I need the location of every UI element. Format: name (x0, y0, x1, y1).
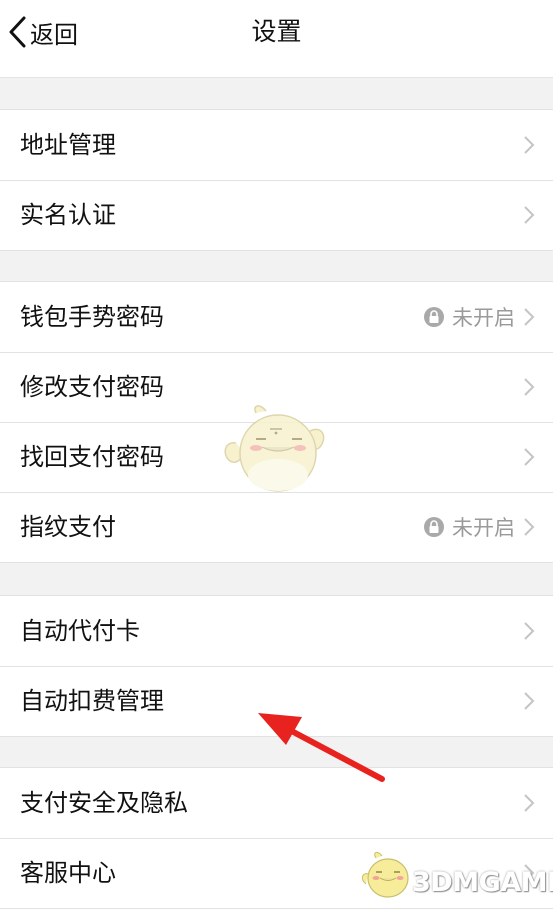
chevron-right-icon (524, 308, 535, 326)
chevron-right-icon (524, 448, 535, 466)
chevron-right-icon (524, 794, 535, 812)
row-label: 钱包手势密码 (20, 303, 164, 331)
chevron-right-icon (524, 692, 535, 710)
status-text: 未开启 (452, 306, 515, 330)
row-real-name-verification[interactable]: 实名认证 (0, 180, 553, 250)
settings-group-address: 地址管理 实名认证 (0, 109, 553, 251)
page-title: 设置 (251, 17, 302, 46)
row-label: 指纹支付 (20, 513, 116, 541)
row-label: 修改支付密码 (20, 373, 164, 401)
row-label: 客服中心 (20, 859, 116, 887)
row-auto-pay-card[interactable]: 自动代付卡 (0, 596, 553, 666)
status-text: 未开启 (452, 516, 515, 540)
annotation-arrow (258, 713, 385, 782)
lock-icon (424, 307, 444, 327)
chevron-right-icon (524, 518, 535, 536)
row-label: 支付安全及隐私 (20, 789, 188, 817)
status-indicator: 未开启 (424, 492, 515, 562)
mascot-watermark (361, 851, 409, 898)
chevron-right-icon (524, 378, 535, 396)
row-label: 地址管理 (20, 131, 116, 159)
row-address-management[interactable]: 地址管理 (0, 110, 553, 180)
row-label: 实名认证 (20, 201, 116, 229)
row-label: 自动扣费管理 (20, 687, 164, 715)
status-indicator: 未开启 (424, 282, 515, 352)
nav-bar: 返回 设置 (0, 0, 553, 78)
row-label: 自动代付卡 (20, 617, 140, 645)
row-wallet-gesture-password[interactable]: 钱包手势密码 未开启 (0, 282, 553, 352)
watermark-text: 3DMGAME (412, 867, 553, 898)
chevron-right-icon (524, 622, 535, 640)
chevron-right-icon (524, 136, 535, 154)
row-label: 找回支付密码 (20, 443, 164, 471)
chevron-right-icon (524, 206, 535, 224)
mascot-watermark (224, 405, 325, 492)
row-fingerprint-payment[interactable]: 指纹支付 未开启 (0, 492, 553, 562)
lock-icon (424, 517, 444, 537)
